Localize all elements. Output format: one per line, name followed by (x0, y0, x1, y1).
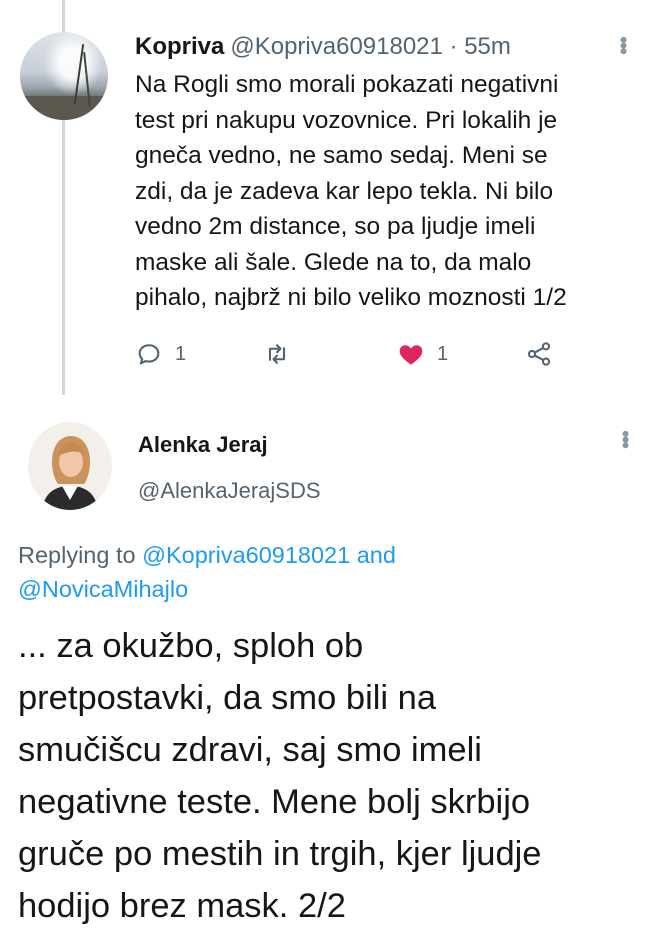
tweet2-text: ... za okužbo, sploh ob pretpostavki, da… (18, 620, 643, 932)
retweet-button[interactable] (263, 340, 291, 368)
tweet2-line: gruče po mestih in trgih, kjer ljudje (18, 835, 542, 873)
reply-icon (138, 344, 160, 365)
tweet2-line: ... za okužbo, sploh ob (18, 627, 364, 665)
mention-link-novica[interactable]: @NovicaMihajlo (18, 576, 188, 602)
tweet1-header: Kopriva @Kopriva60918021 · 55m (135, 33, 511, 61)
mention-link-kopriva[interactable]: @Kopriva60918021 (142, 542, 350, 568)
tweet1-line: vedno 2m distance, so pa ljudje imeli (135, 213, 536, 240)
tweet1-more-icon[interactable]: ••• (610, 36, 636, 53)
like-icon (399, 345, 423, 365)
tweet2-handle[interactable]: @AlenkaJerajSDS (138, 478, 321, 504)
tweet1-line: pihalo, najbrž ni bilo veliko moznosti 1… (135, 284, 567, 311)
tweet1-line: gneča vedno, ne samo sedaj. Meni se (135, 142, 548, 169)
replying-to-line: Replying to @Kopriva60918021 and @Novica… (18, 538, 638, 606)
share-button[interactable] (525, 340, 553, 368)
tweet1-display-name[interactable]: Kopriva (135, 33, 224, 60)
avatar-alenka-jeraj[interactable] (28, 422, 112, 510)
tweet2-line: smučišcu zdravi, saj smo imeli (18, 731, 482, 769)
reply-button[interactable]: 1 (135, 340, 186, 368)
like-count: 1 (437, 342, 449, 365)
like-button[interactable]: 1 (397, 340, 448, 368)
tweet2-line: negativne teste. Mene bolj skrbijo (18, 783, 531, 821)
reply-count: 1 (175, 342, 187, 365)
replying-and: and (350, 542, 396, 568)
tweet2-more-icon[interactable]: ••• (612, 430, 638, 447)
avatar-kopriva[interactable] (20, 32, 108, 120)
replying-prefix: Replying to (18, 542, 143, 568)
tweet2-display-name[interactable]: Alenka Jeraj (138, 432, 268, 458)
retweet-icon (268, 344, 286, 364)
tweet1-line: Na Rogli smo morali pokazati negativni (135, 71, 559, 98)
tweet1-text: Na Rogli smo morali pokazati negativni t… (135, 67, 640, 316)
tweet1-line: zdi, da je zadeva kar lepo tekla. Ni bil… (135, 177, 554, 205)
tweet1-line: maske ali šale. Glede na to, da malo (135, 248, 532, 276)
person-portrait-icon (28, 422, 112, 510)
tweet1-line: test pri nakupu vozovnice. Pri lokalih j… (135, 106, 558, 134)
tweet1-action-bar: 1 1 (135, 340, 585, 374)
share-icon (527, 342, 551, 366)
tweet1-handle-time[interactable]: @Kopriva60918021 · 55m (230, 33, 511, 60)
tweet2-line: pretpostavki, da smo bili na (18, 679, 437, 717)
tweet2-line: hodijo brez mask. 2/2 (18, 887, 346, 925)
